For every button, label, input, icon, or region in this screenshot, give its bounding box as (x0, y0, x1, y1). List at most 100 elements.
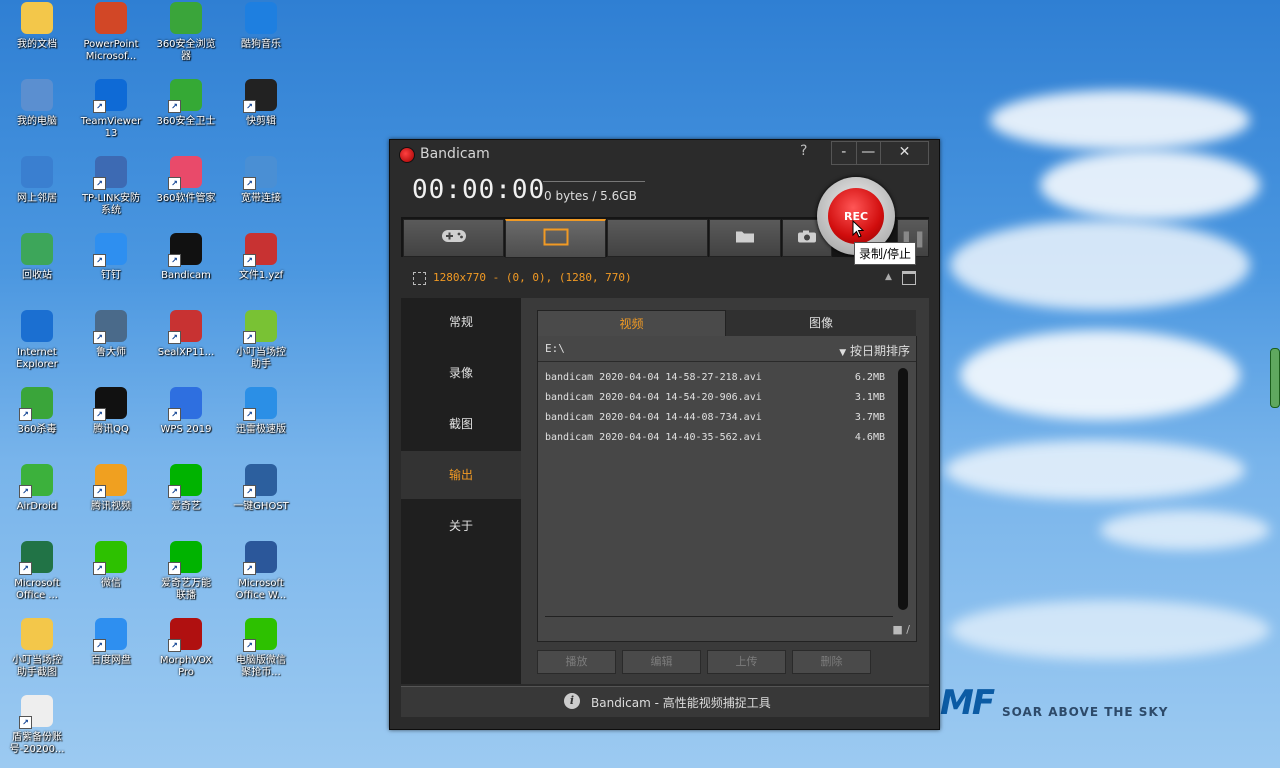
powerpoint-icon (95, 2, 127, 34)
cloud (1040, 150, 1260, 220)
open-folder-tab[interactable] (709, 219, 781, 257)
sort-arrow-icon: ▼ (839, 348, 847, 358)
desktop-icon[interactable]: ↗ 电脑版微信 聚抢币... (224, 616, 298, 688)
desktop-icon[interactable]: ↗ 微信 (74, 539, 148, 611)
file-row[interactable]: bandicam 2020-04-04 14-44-08-734.avi 3.7M… (545, 412, 885, 432)
desktop-icon[interactable]: ↗ 文件1.yzf (224, 231, 298, 303)
desktop-icon[interactable]: 网上邻居 (0, 154, 74, 226)
desktop-icon[interactable]: ↗ 腾讯QQ (74, 385, 148, 457)
desktop-icon[interactable]: PowerPoint Microsof... (74, 0, 148, 72)
file-row[interactable]: bandicam 2020-04-04 14-54-20-906.avi 3.1M… (545, 392, 885, 412)
shortcut-arrow-icon: ↗ (19, 562, 32, 575)
broadband-icon: ↗ (243, 156, 277, 190)
shortcut-arrow-icon: ↗ (168, 254, 181, 267)
desktop-icon[interactable]: ↗ 360杀毒 (0, 385, 74, 457)
desktop-icon-label: WPS 2019 (160, 424, 212, 435)
window-mode-icon[interactable] (902, 271, 916, 285)
device-mode-tab[interactable] (607, 219, 708, 257)
desktop-icon[interactable]: ↗ TeamViewer 13 (74, 77, 148, 149)
tab-video[interactable]: 视频 (537, 310, 726, 337)
desktop-icon[interactable]: 360安全浏览 器 (149, 0, 223, 72)
file-row[interactable]: bandicam 2020-04-04 14-58-27-218.avi 6.2M… (545, 372, 885, 392)
desktop-icon[interactable]: ↗ 腾讯视频 (74, 462, 148, 534)
desktop-icon[interactable]: ↗ 爱奇艺 (149, 462, 223, 534)
file-size: 3.1MB (854, 392, 885, 403)
desktop-icon-label: 盾紫备份账 号-20200... (9, 732, 65, 755)
help-button[interactable]: ? (800, 143, 807, 159)
desktop-icon-label: 文件1.yzf (238, 270, 284, 281)
shortcut-arrow-icon: ↗ (168, 639, 181, 652)
desktop-icon[interactable]: Internet Explorer (0, 308, 74, 380)
sidebar-item-about[interactable]: 关于 (401, 502, 521, 550)
play-button[interactable]: 播放 (537, 650, 616, 674)
desktop-icon[interactable]: ↗ 小叮当场控 助手 (224, 308, 298, 380)
yzf-file-icon: ↗ (243, 233, 277, 267)
desktop-icon[interactable]: 我的电脑 (0, 77, 74, 149)
desktop-icon[interactable]: ↗ Bandicam (149, 231, 223, 303)
desktop-icon[interactable]: ↗ 盾紫备份账 号-20200... (0, 693, 74, 765)
desktop-icon[interactable]: ↗ MorphVOX Pro (149, 616, 223, 688)
desktop-icon[interactable]: 酷狗音乐 (224, 0, 298, 72)
desktop-icon-label: SealXP11... (157, 347, 215, 358)
desktop-icon[interactable]: ↗ Microsoft Office ... (0, 539, 74, 611)
sidebar-item-general[interactable]: 常规 (401, 298, 521, 346)
delete-button[interactable]: 删除 (792, 650, 871, 674)
close-button[interactable]: ✕ (881, 142, 928, 164)
shortcut-arrow-icon: ↗ (93, 331, 106, 344)
shortcut-arrow-icon: ↗ (168, 177, 181, 190)
sort-dropdown[interactable]: ▼ 按日期排序 (839, 342, 910, 359)
sidebar-item-image[interactable]: 截图 (401, 400, 521, 448)
shortcut-arrow-icon: ↗ (168, 485, 181, 498)
desktop-icon-label: 回收站 (22, 270, 52, 281)
file-name: bandicam 2020-04-04 14-54-20-906.avi (545, 392, 762, 403)
shortcut-arrow-icon: ↗ (243, 331, 256, 344)
desktop-icon[interactable]: ↗ 宽带连接 (224, 154, 298, 226)
screen-mode-tab[interactable] (505, 219, 606, 258)
tab-image[interactable]: 图像 (726, 310, 916, 337)
edit-button[interactable]: 编辑 (622, 650, 701, 674)
desktop-icon[interactable]: ↗ TP-LINK安防 系统 (74, 154, 148, 226)
desktop-icon-label: 迅雷极速版 (236, 424, 286, 435)
file-list: bandicam 2020-04-04 14-58-27-218.avi 6.2M… (545, 372, 885, 452)
desktop-icon[interactable]: ↗ 百度网盘 (74, 616, 148, 688)
desktop-icon[interactable]: ↗ 快剪辑 (224, 77, 298, 149)
sidebar-item-output[interactable]: 输出 (401, 451, 521, 499)
shortcut-arrow-icon: ↗ (93, 485, 106, 498)
desktop-icon[interactable]: 小叮当场控 助手截图 (0, 616, 74, 688)
file-row[interactable]: bandicam 2020-04-04 14-40-35-562.avi 4.6M… (545, 432, 885, 452)
output-content: 视频 图像 E:\ ▼ 按日期排序 bandicam 2020-04-04 14… (521, 298, 929, 684)
desktop-icon[interactable]: 我的文档 (0, 0, 74, 72)
minimize-button[interactable]: — (857, 142, 881, 164)
cloud (1100, 510, 1270, 550)
desktop-icon-label: 微信 (101, 578, 121, 589)
desktop-icon[interactable]: ↗ Microsoft Office W... (224, 539, 298, 611)
desktop-icon[interactable]: ↗ AirDroid (0, 462, 74, 534)
title-bar[interactable]: Bandicam ? - — ✕ (390, 140, 939, 168)
collapse-arrow-icon[interactable]: ▲ (885, 272, 892, 282)
shortcut-arrow-icon: ↗ (93, 100, 106, 113)
folder-path-button[interactable]: ■ / (892, 623, 910, 636)
edge-scroll-handle[interactable] (1270, 348, 1280, 408)
sidebar-item-video[interactable]: 录像 (401, 349, 521, 397)
region-info: 1280x770 - (0, 0), (1280, 770) (433, 271, 632, 284)
desktop-icon[interactable]: ↗ SealXP11... (149, 308, 223, 380)
desktop-icon[interactable]: 回收站 (0, 231, 74, 303)
desktop-icon[interactable]: ↗ 鲁大师 (74, 308, 148, 380)
desktop-icon[interactable]: ↗ 钉钉 (74, 231, 148, 303)
excel-icon: ↗ (19, 541, 53, 575)
output-path[interactable]: E:\ (545, 342, 565, 355)
desktop-icon[interactable]: ↗ WPS 2019 (149, 385, 223, 457)
folder-icon (735, 229, 755, 248)
camera-icon (797, 229, 817, 248)
desktop-icon[interactable]: ↗ 360软件管家 (149, 154, 223, 226)
file-list-scrollbar[interactable] (898, 368, 908, 610)
desktop-icon[interactable]: ↗ 一键GHOST (224, 462, 298, 534)
mini-mode-button[interactable]: - (832, 142, 857, 164)
desktop-icon[interactable]: ↗ 爱奇艺万能 联播 (149, 539, 223, 611)
desktop-icon[interactable]: ↗ 迅雷极速版 (224, 385, 298, 457)
desktop-icon-label: AirDroid (16, 501, 58, 512)
region-select-icon[interactable] (413, 272, 426, 285)
desktop-icon[interactable]: ↗ 360安全卫士 (149, 77, 223, 149)
game-mode-tab[interactable] (403, 219, 504, 257)
upload-button[interactable]: 上传 (707, 650, 786, 674)
